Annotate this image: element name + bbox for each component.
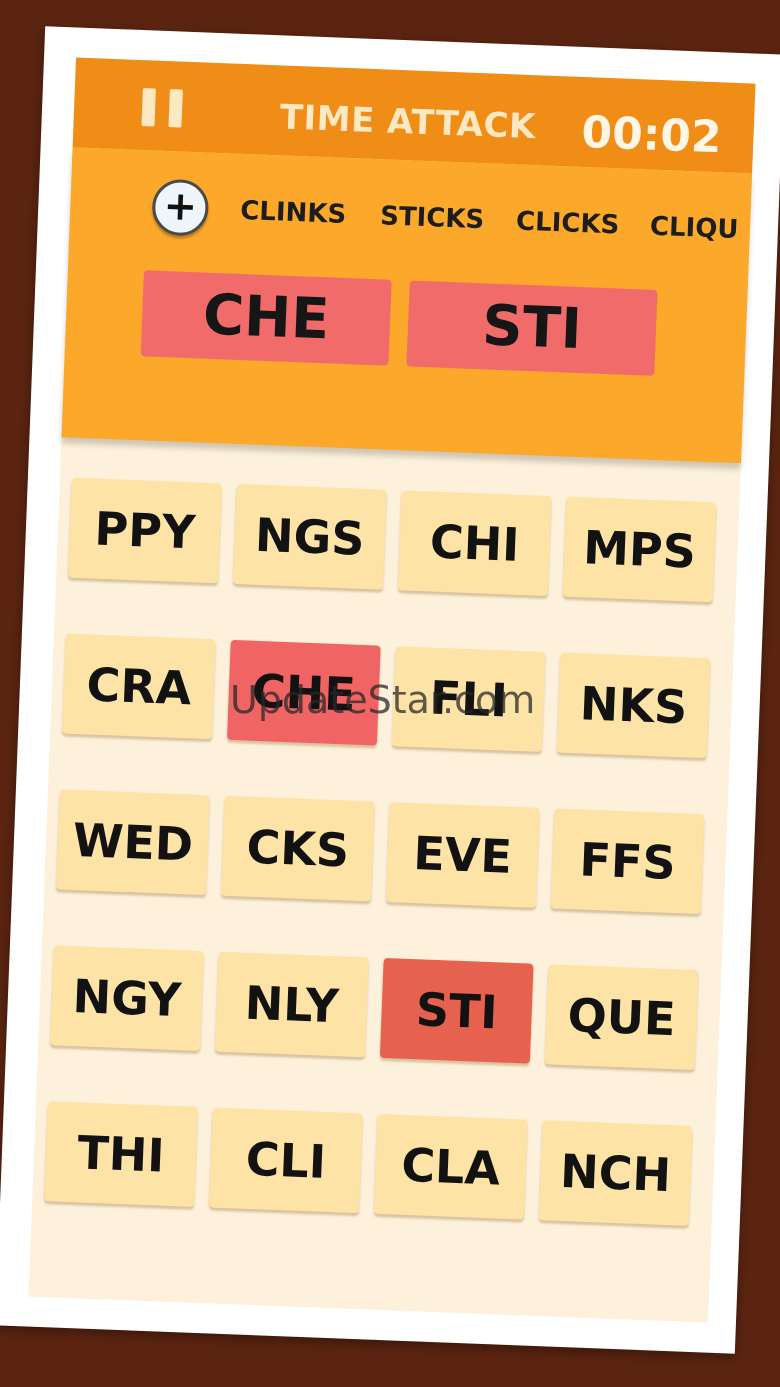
letter-tile[interactable]: NKS [556,652,711,759]
letter-tile[interactable]: CHI [397,490,552,596]
letter-tile[interactable]: CRA [62,633,216,740]
letter-tile[interactable]: WED [56,789,210,896]
pause-icon [141,88,156,127]
letter-tile[interactable]: CKS [220,795,375,902]
found-word: CLINKS [239,195,347,230]
letter-tile[interactable]: NCH [538,1120,693,1226]
word-area: + CLINKS STICKS CLICKS CLIQU CHE STI [61,147,753,464]
letter-tile-selected[interactable]: STI [379,957,534,1064]
letter-tile[interactable]: NGY [50,945,204,1051]
pause-button[interactable] [141,88,184,128]
letter-tile[interactable]: CLI [209,1107,363,1214]
watermark: UpdateStar.com [230,678,536,722]
add-hint-button[interactable]: + [151,178,210,237]
letter-tile[interactable]: NGS [232,483,387,590]
letter-tile[interactable]: MPS [562,496,717,603]
letter-tile[interactable]: QUE [544,964,699,1070]
word-slot[interactable]: STI [406,280,658,376]
letter-tile[interactable]: THI [44,1101,198,1207]
letter-tile[interactable]: PPY [68,477,222,584]
letter-tile[interactable]: FFS [550,808,705,915]
letter-tile[interactable]: NLY [214,951,369,1058]
tile-grid: PPY NGS CHI MPS CRA CHE FLI NKS WED CKS … [44,477,732,1226]
mode-title: TIME ATTACK [279,97,537,148]
letter-tile[interactable]: CLA [373,1113,528,1220]
found-word: CLIQU [649,211,740,246]
found-word: STICKS [379,201,485,236]
letter-tile[interactable]: EVE [385,802,540,908]
timer: 00:02 [580,106,723,164]
found-word: CLICKS [515,206,620,241]
word-slot[interactable]: CHE [140,270,392,366]
